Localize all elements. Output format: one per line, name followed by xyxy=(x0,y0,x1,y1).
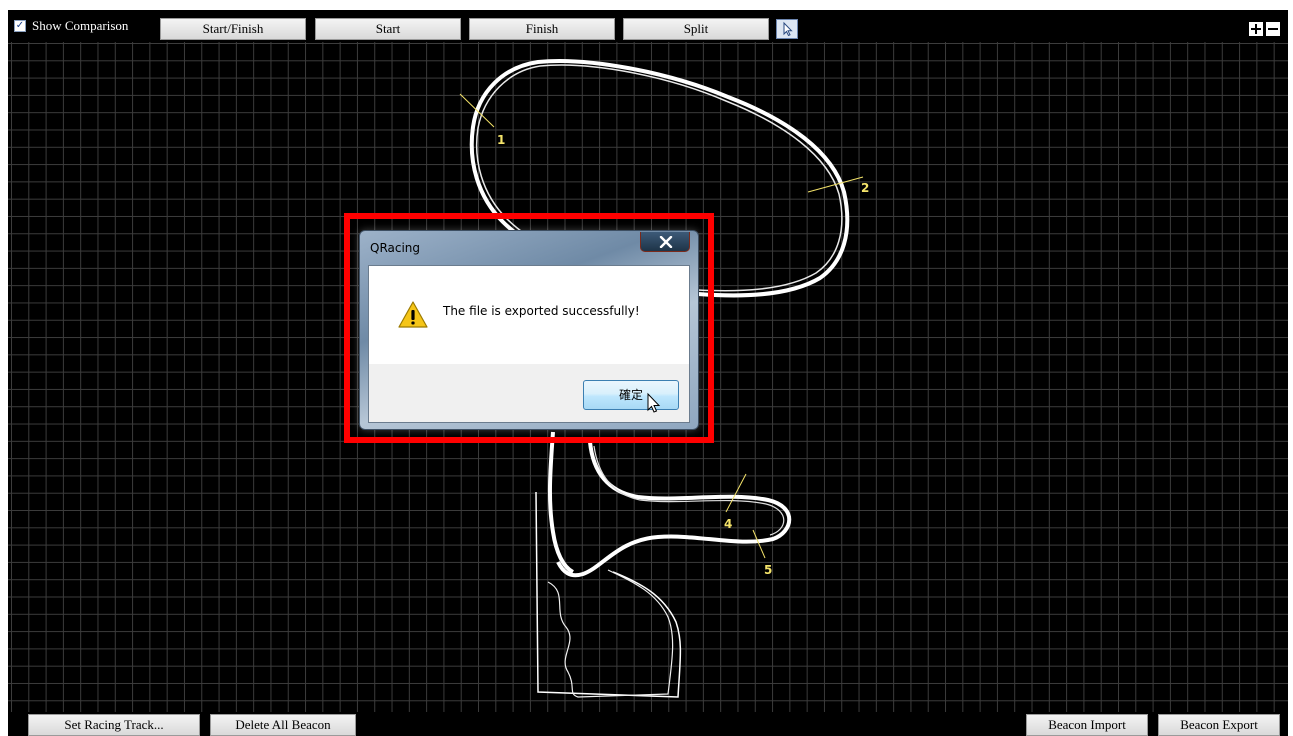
beacon-marker-line xyxy=(807,176,864,193)
start-button[interactable]: Start xyxy=(315,18,461,40)
dialog-message: The file is exported successfully! xyxy=(443,304,640,318)
beacon-label-1: 1 xyxy=(497,133,505,147)
beacon-label-5: 5 xyxy=(764,563,772,577)
bottom-toolbar: Set Racing Track... Delete All Beacon Be… xyxy=(8,712,1288,736)
top-toolbar: ✓ Show Comparison Start/Finish Start Fin… xyxy=(8,10,1288,42)
show-comparison-label[interactable]: Show Comparison xyxy=(32,18,128,34)
track-line xyxy=(547,431,575,574)
split-button[interactable]: Split xyxy=(623,18,769,40)
delete-all-beacon-button[interactable]: Delete All Beacon xyxy=(210,714,356,736)
beacon-import-button[interactable]: Beacon Import xyxy=(1026,714,1148,736)
track-line xyxy=(535,491,682,698)
zoom-out-button[interactable] xyxy=(1266,22,1280,36)
zoom-in-button[interactable] xyxy=(1249,22,1263,36)
warning-icon xyxy=(398,301,428,328)
beacon-label-2: 2 xyxy=(861,181,869,195)
track-line xyxy=(547,569,674,698)
arrow-cursor-icon xyxy=(783,21,793,37)
show-comparison-checkbox[interactable]: ✓ xyxy=(14,20,26,32)
start-finish-button[interactable]: Start/Finish xyxy=(160,18,306,40)
dialog-close-button[interactable] xyxy=(640,232,690,252)
pointer-tool-button[interactable] xyxy=(776,19,798,39)
dialog-title: QRacing xyxy=(370,241,421,255)
finish-button[interactable]: Finish xyxy=(469,18,615,40)
track-line xyxy=(556,441,792,578)
beacon-label-4: 4 xyxy=(724,517,732,531)
beacon-marker-line xyxy=(725,473,747,513)
ok-button[interactable]: 確定 xyxy=(583,380,679,410)
beacon-marker-line xyxy=(752,529,766,559)
set-racing-track-button[interactable]: Set Racing Track... xyxy=(28,714,200,736)
mouse-cursor-icon xyxy=(647,392,661,413)
close-icon xyxy=(659,236,673,248)
beacon-export-button[interactable]: Beacon Export xyxy=(1158,714,1280,736)
